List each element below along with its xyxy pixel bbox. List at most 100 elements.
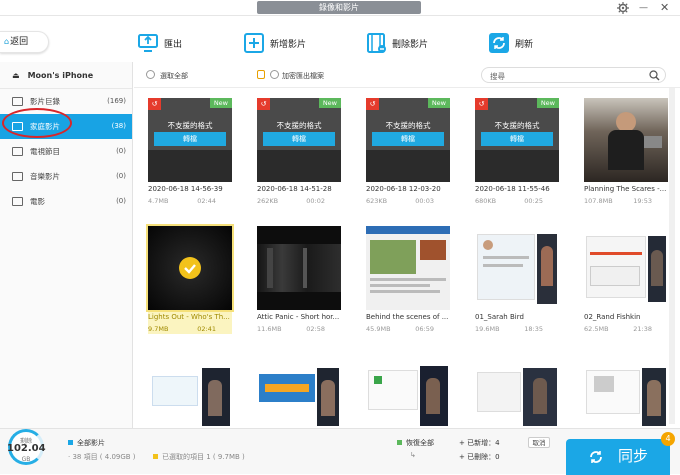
unsupported-text: 不支援的格式 (385, 121, 431, 130)
video-thumbnail[interactable] (584, 226, 668, 310)
cancel-button[interactable]: 取消 (528, 437, 550, 448)
video-thumbnail[interactable] (146, 224, 234, 312)
footer-bar: 剩餘 102.04 GB 全部影片 · 38 項目 ( 4.09GB ) 已選取… (0, 428, 680, 475)
select-all-label[interactable]: 選取全部 (160, 71, 188, 81)
video-thumbnail[interactable] (475, 226, 559, 310)
encrypt-checkbox[interactable] (270, 70, 279, 79)
sidebar-item-count: (0) (116, 197, 126, 205)
video-card[interactable]: 02_Rand Fishkin 62.5MB 21:38 (584, 226, 668, 334)
sync-button[interactable]: 同步 (566, 439, 670, 475)
export-button[interactable]: 匯出 (137, 31, 182, 55)
video-duration: 00:03 (415, 197, 434, 205)
sidebar-item-count: (38) (111, 122, 126, 130)
video-name: Attic Panic - Short hor... (257, 313, 340, 321)
video-card[interactable] (366, 354, 450, 426)
home-video-icon (12, 122, 23, 131)
restore-all-button[interactable]: 恢復全部 (397, 438, 434, 448)
music-video-icon (12, 172, 23, 181)
video-card[interactable]: 01_Sarah Bird 19.6MB 18:35 (475, 226, 559, 334)
video-duration: 21:38 (633, 325, 652, 333)
video-card[interactable] (475, 354, 559, 426)
scrollbar[interactable] (669, 88, 675, 424)
sync-count-badge: 4 (661, 432, 675, 446)
search-input[interactable]: 搜尋 (481, 67, 666, 83)
video-thumbnail[interactable] (257, 354, 341, 426)
add-video-icon (244, 33, 264, 53)
video-thumbnail[interactable]: 不支援的格式 轉檔 ↺ New (148, 98, 232, 182)
sidebar-item-tv-shows[interactable]: 電視節目 (0) (0, 139, 132, 164)
video-card[interactable]: 不支援的格式 轉檔 ↺ New 2020-06-18 14-51-28 262KB… (257, 98, 341, 206)
video-thumbnail[interactable] (366, 226, 450, 310)
sidebar-item-movie-list[interactable]: 影片巨錄 (169) (0, 89, 132, 114)
video-card[interactable] (257, 354, 341, 426)
video-card[interactable]: Attic Panic - Short hor... 11.6MB 02:58 (257, 226, 341, 334)
restore-icon[interactable]: ↺ (366, 98, 379, 110)
encrypt-label[interactable]: 加密匯出檔案 (282, 71, 324, 81)
convert-button[interactable]: 轉檔 (263, 132, 335, 146)
video-card[interactable]: Behind the scenes of ... 45.9MB 06:59 (366, 226, 450, 334)
convert-button[interactable]: 轉檔 (154, 132, 226, 146)
check-icon (179, 257, 201, 279)
video-size: 9.7MB (148, 325, 169, 333)
restore-icon[interactable]: ↺ (257, 98, 270, 110)
video-thumbnail[interactable]: 不支援的格式 轉檔 ↺ New (475, 98, 559, 182)
refresh-button[interactable]: 刷新 (488, 31, 533, 55)
added-text: 已新增：4 (467, 439, 500, 447)
video-thumbnail[interactable] (366, 354, 450, 426)
video-duration: 18:35 (524, 325, 543, 333)
sidebar-item-label: 電影 (30, 197, 45, 206)
search-icon[interactable] (649, 70, 660, 81)
unsupported-text: 不支援的格式 (167, 121, 213, 130)
deleted-text: 已刪除：0 (467, 453, 500, 461)
convert-button[interactable]: 轉檔 (372, 132, 444, 146)
video-thumbnail[interactable] (257, 226, 341, 310)
video-thumbnail[interactable]: 不支援的格式 轉檔 ↺ New (257, 98, 341, 182)
video-card[interactable]: 不支援的格式 轉檔 ↺ New 2020-06-18 11-55-46 680KB… (475, 98, 559, 206)
delete-video-button[interactable]: 刪除影片 (365, 31, 428, 55)
device-header[interactable]: ⏏ Moon's iPhone (0, 62, 132, 89)
items-total-text: 38 項目 ( 4.09GB ) (72, 453, 136, 461)
selected-items: 已選取的項目 1 ( 9.7MB ) (153, 452, 245, 462)
add-video-button[interactable]: 新增影片 (243, 31, 306, 55)
restore-icon[interactable]: ↺ (475, 98, 488, 110)
video-card[interactable] (584, 354, 668, 426)
sidebar-item-count: (169) (107, 97, 126, 105)
video-card[interactable]: 不支援的格式 轉檔 ↺ New 2020-06-18 14-56-39 4.7MB… (148, 98, 232, 206)
unsupported-text: 不支援的格式 (276, 121, 322, 130)
movie-icon (12, 197, 23, 206)
sidebar-item-music-videos[interactable]: 音樂影片 (0) (0, 164, 132, 189)
gear-icon[interactable] (617, 2, 629, 14)
video-thumbnail[interactable] (475, 354, 559, 426)
video-meta: 19.6MB 18:35 (475, 325, 559, 333)
sidebar-item-movies[interactable]: 電影 (0) (0, 189, 132, 214)
storage-value: 102.04 (7, 443, 46, 454)
convert-button[interactable]: 轉檔 (481, 132, 553, 146)
sidebar-item-count: (0) (116, 172, 126, 180)
sidebar-item-home-videos[interactable]: 家庭影片 (38) (0, 114, 132, 139)
select-all-checkbox[interactable] (146, 70, 155, 79)
video-meta: 680KB 00:25 (475, 197, 559, 205)
video-thumbnail[interactable]: 不支援的格式 轉檔 ↺ New (366, 98, 450, 182)
minimize-icon[interactable]: — (639, 3, 648, 13)
video-duration: 02:44 (197, 197, 216, 205)
back-button[interactable]: ⌂返回 (0, 31, 49, 53)
video-thumbnail[interactable] (584, 354, 668, 426)
video-card[interactable]: Planning The Scares -... 107.8MB 19:53 (584, 98, 668, 206)
video-card[interactable]: 不支援的格式 轉檔 ↺ New 2020-06-18 12-03-20 623KB… (366, 98, 450, 206)
refresh-icon (489, 33, 509, 53)
video-name: 2020-06-18 14-51-28 (257, 185, 332, 193)
video-card[interactable] (148, 354, 232, 426)
video-thumbnail[interactable] (148, 354, 232, 426)
close-icon[interactable]: ✕ (660, 1, 669, 14)
film-delete-icon (367, 33, 386, 53)
sidebar-item-label: 家庭影片 (30, 122, 60, 131)
video-size: 262KB (257, 197, 279, 205)
deleted-count: + 已刪除：0 (459, 453, 500, 461)
sidebar-item-label: 影片巨錄 (30, 97, 60, 106)
video-card-selected[interactable]: Lights Out - Who's Th... 9.7MB 02:41 (146, 224, 234, 334)
restore-icon[interactable]: ↺ (148, 98, 161, 110)
eject-icon[interactable]: ⏏ (12, 71, 20, 80)
sidebar-item-label: 音樂影片 (30, 172, 60, 181)
video-thumbnail[interactable] (584, 98, 668, 182)
new-badge: New (536, 98, 559, 108)
